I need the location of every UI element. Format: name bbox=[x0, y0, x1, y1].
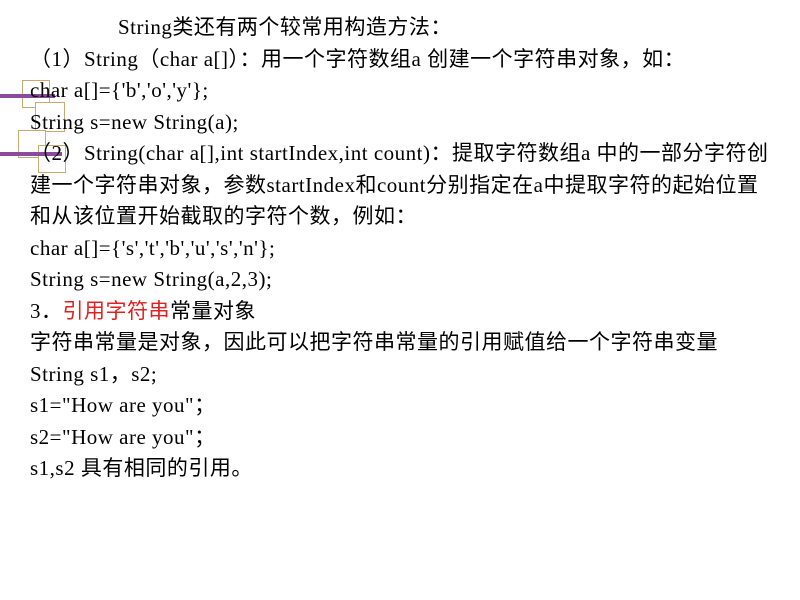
code-line: s2="How are you"； bbox=[30, 422, 775, 454]
text-line: （1）String（char a[]）：用一个字符数组a 创建一个字符串对象，如… bbox=[30, 44, 775, 76]
text-line: s1,s2 具有相同的引用。 bbox=[30, 453, 775, 485]
text-line: 3．引用字符串常量对象 bbox=[30, 296, 775, 328]
text-line: String类还有两个较常用构造方法： bbox=[30, 12, 775, 44]
highlighted-text: 引用字符串 bbox=[63, 299, 171, 323]
code-line: String s=new String(a,2,3); bbox=[30, 264, 775, 296]
text-line: 字符串常量是对象，因此可以把字符串常量的引用赋值给一个字符串变量 bbox=[30, 327, 775, 359]
text-line: （2）String(char a[],int startIndex,int co… bbox=[30, 138, 775, 233]
text-segment: 常量对象 bbox=[170, 299, 256, 323]
code-line: String s1，s2; bbox=[30, 359, 775, 391]
code-line: s1="How are you"； bbox=[30, 390, 775, 422]
text-segment: 3． bbox=[30, 299, 63, 323]
code-line: char a[]={'s','t','b','u','s','n'}; bbox=[30, 233, 775, 265]
slide-content: String类还有两个较常用构造方法： （1）String（char a[]）：… bbox=[30, 12, 775, 485]
code-line: String s=new String(a); bbox=[30, 107, 775, 139]
code-line: char a[]={'b','o','y'}; bbox=[30, 75, 775, 107]
